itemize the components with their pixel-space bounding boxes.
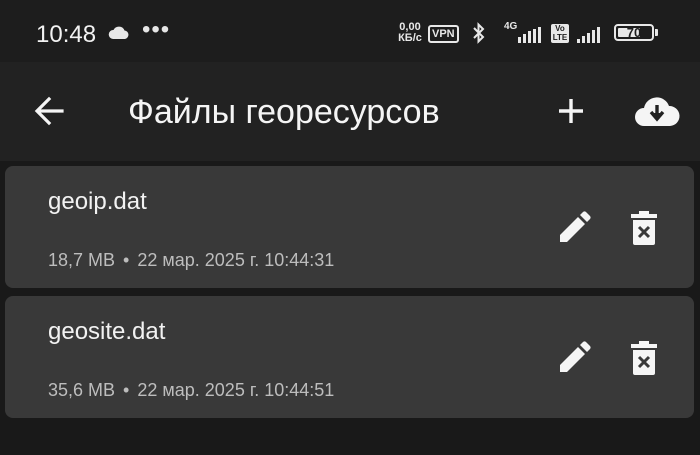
file-meta: 35,6 MB • 22 мар. 2025 г. 10:44:51 bbox=[48, 380, 334, 401]
plus-icon bbox=[559, 99, 583, 123]
trash-icon bbox=[631, 341, 657, 375]
edit-button[interactable] bbox=[556, 340, 592, 376]
file-size: 18,7 MB bbox=[48, 250, 116, 270]
delete-button[interactable] bbox=[629, 210, 659, 246]
file-meta: 18,7 MB • 22 мар. 2025 г. 10:44:31 bbox=[48, 250, 334, 271]
cloud-icon bbox=[108, 26, 130, 40]
battery-icon: 70 bbox=[614, 24, 654, 41]
back-button[interactable] bbox=[30, 93, 70, 129]
list-item[interactable]: geosite.dat 35,6 MB • 22 мар. 2025 г. 10:4… bbox=[5, 296, 694, 418]
vpn-badge: VPN bbox=[428, 25, 459, 43]
overflow-dots-icon: ••• bbox=[142, 16, 171, 43]
speed-unit: КБ/с bbox=[398, 32, 422, 44]
list-item[interactable]: geoip.dat 18,7 MB • 22 мар. 2025 г. 10:44:… bbox=[5, 166, 694, 288]
meta-separator: • bbox=[123, 380, 130, 400]
volte-badge: Vo LTE bbox=[551, 24, 569, 43]
cloud-download-icon bbox=[635, 97, 680, 126]
app-bar: Файлы георесурсов bbox=[0, 62, 700, 161]
pencil-icon bbox=[560, 211, 591, 242]
volte-bottom: LTE bbox=[552, 33, 568, 42]
status-bar: 10:48 ••• 0,00 КБ/с VPN 4G Vo LTE 70 bbox=[0, 0, 700, 62]
trash-icon bbox=[631, 211, 657, 245]
signal-icon bbox=[577, 27, 605, 43]
pencil-icon bbox=[560, 341, 591, 372]
file-size: 35,6 MB bbox=[48, 380, 116, 400]
battery-tip bbox=[655, 29, 658, 36]
network-type: 4G bbox=[504, 21, 518, 32]
file-date: 22 мар. 2025 г. 10:44:51 bbox=[137, 380, 335, 400]
page-title: Файлы георесурсов bbox=[128, 93, 440, 131]
download-button[interactable] bbox=[632, 92, 682, 130]
file-name: geoip.dat bbox=[48, 188, 147, 215]
volte-top: Vo bbox=[555, 24, 565, 33]
edit-button[interactable] bbox=[556, 210, 592, 246]
signal-icon bbox=[518, 27, 544, 43]
meta-separator: • bbox=[123, 250, 130, 270]
delete-button[interactable] bbox=[629, 340, 659, 376]
network-speed: 0,00 КБ/с bbox=[395, 22, 425, 44]
battery-percent: 70 bbox=[626, 25, 642, 40]
add-file-button[interactable] bbox=[553, 93, 589, 129]
status-time: 10:48 bbox=[36, 21, 97, 48]
file-name: geosite.dat bbox=[48, 318, 166, 345]
arrow-left-icon bbox=[34, 96, 64, 126]
file-date: 22 мар. 2025 г. 10:44:31 bbox=[137, 250, 335, 270]
bluetooth-icon bbox=[472, 22, 486, 44]
